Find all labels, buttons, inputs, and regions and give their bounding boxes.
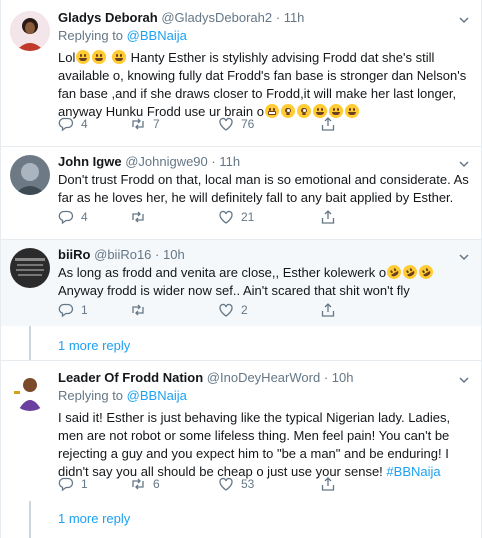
rofl-emoji [400,262,420,282]
joy-emoji [111,50,126,64]
retweet-button[interactable]: 6 [130,476,160,492]
like-icon [219,303,233,317]
like-button[interactable]: 2 [218,302,248,318]
share-button[interactable] [320,476,336,492]
retweet-icon [132,304,144,316]
tweet-text: Don't trust Frodd on that, local man is … [58,172,469,205]
replying-to-link[interactable]: @BBNaija [127,28,187,43]
like-count: 21 [241,210,255,224]
more-replies-link[interactable]: 1 more reply [58,338,130,353]
avatar[interactable] [10,248,50,288]
like-icon [219,210,233,224]
tweet-text: Lol Hanty Esther is stylishly advising F… [58,50,467,119]
separator: · [155,247,160,262]
share-icon [321,210,335,224]
retweet-button[interactable] [130,209,153,225]
reply-icon [58,303,74,318]
like-icon [219,117,233,131]
share-button[interactable] [320,116,336,132]
share-button[interactable] [320,209,336,225]
replying-to: Replying to @BBNaija [58,388,187,403]
author-handle[interactable]: @InoDeyHearWord [207,370,320,385]
like-count: 76 [241,117,255,131]
thread-line [29,326,31,360]
reply-count: 1 [81,477,88,491]
reply-button[interactable]: 4 [58,209,88,225]
avatar[interactable] [10,155,50,195]
share-icon [321,477,335,491]
more-replies-link[interactable]: 1 more reply [58,511,130,526]
timestamp[interactable]: 10h [332,370,354,385]
rofl-emoji [416,262,436,282]
retweet-button[interactable] [130,302,153,318]
reply-icon [58,117,74,132]
thread-line [29,501,31,538]
reply-icon [58,210,74,225]
wink-tongue-emoji [76,50,91,64]
retweet-icon [132,478,144,490]
tweet-2[interactable]: John Igwe @Johnigwe90 · 11h Don't trust … [1,147,481,239]
separator: · [275,10,281,25]
timestamp[interactable]: 11h [219,154,240,169]
tweet-text: As long as frodd and venita are close,, … [58,262,471,300]
tweet-text: I said it! Esther is just behaving like … [58,410,451,479]
separator: · [323,370,329,385]
avatar[interactable] [10,11,50,51]
rofl-emoji [384,262,404,282]
reply-button[interactable]: 4 [58,116,88,132]
retweet-icon [132,211,144,223]
share-icon [321,303,335,317]
flushed-emoji [280,104,295,118]
like-count: 53 [241,477,255,491]
like-count: 2 [241,303,248,317]
like-button[interactable]: 21 [218,209,254,225]
joy-emoji [344,104,359,118]
retweet-count: 7 [153,117,160,131]
reply-count: 4 [81,117,88,131]
replying-to: Replying to @BBNaija [58,28,187,43]
like-button[interactable]: 76 [218,116,254,132]
author-name[interactable]: Leader Of Frodd Nation [58,370,203,385]
retweet-button[interactable]: 7 [130,116,160,132]
share-button[interactable] [320,302,336,318]
like-button[interactable]: 53 [218,476,254,492]
retweet-count: 6 [153,477,160,491]
reply-count: 4 [81,210,88,224]
reply-button[interactable]: 1 [58,302,88,318]
author-name[interactable]: biiRo [58,247,91,262]
reply-icon [58,477,74,492]
share-icon [321,117,335,131]
tweet-4[interactable]: Leader Of Frodd Nation @InoDeyHearWord ·… [1,361,481,501]
author-handle[interactable]: @GladysDeborah2 [161,10,272,25]
retweet-icon [132,118,144,130]
joy-emoji [92,50,107,64]
reply-button[interactable]: 1 [58,476,88,492]
author-handle[interactable]: @biiRo16 [94,247,151,262]
avatar[interactable] [10,371,50,411]
tweet-1[interactable]: Gladys Deborah @GladysDeborah2 · 11h Rep… [1,0,481,146]
author-name[interactable]: Gladys Deborah [58,10,158,25]
tweet-3[interactable]: biiRo @biiRo16 · 10h As long as frodd an… [1,240,481,326]
separator: · [211,154,216,169]
grimace-emoji [264,104,279,118]
flushed-emoji [296,104,311,118]
like-icon [219,477,233,491]
reply-count: 1 [81,303,88,317]
author-handle[interactable]: @Johnigwe90 [125,154,208,169]
replying-to-link[interactable]: @BBNaija [127,388,187,403]
timestamp[interactable]: 10h [163,247,185,262]
hashtag-link[interactable]: #BBNaija [386,464,440,479]
reply-thread: Gladys Deborah @GladysDeborah2 · 11h Rep… [0,0,482,538]
timestamp[interactable]: 11h [284,10,305,25]
author-name[interactable]: John Igwe [58,154,122,169]
